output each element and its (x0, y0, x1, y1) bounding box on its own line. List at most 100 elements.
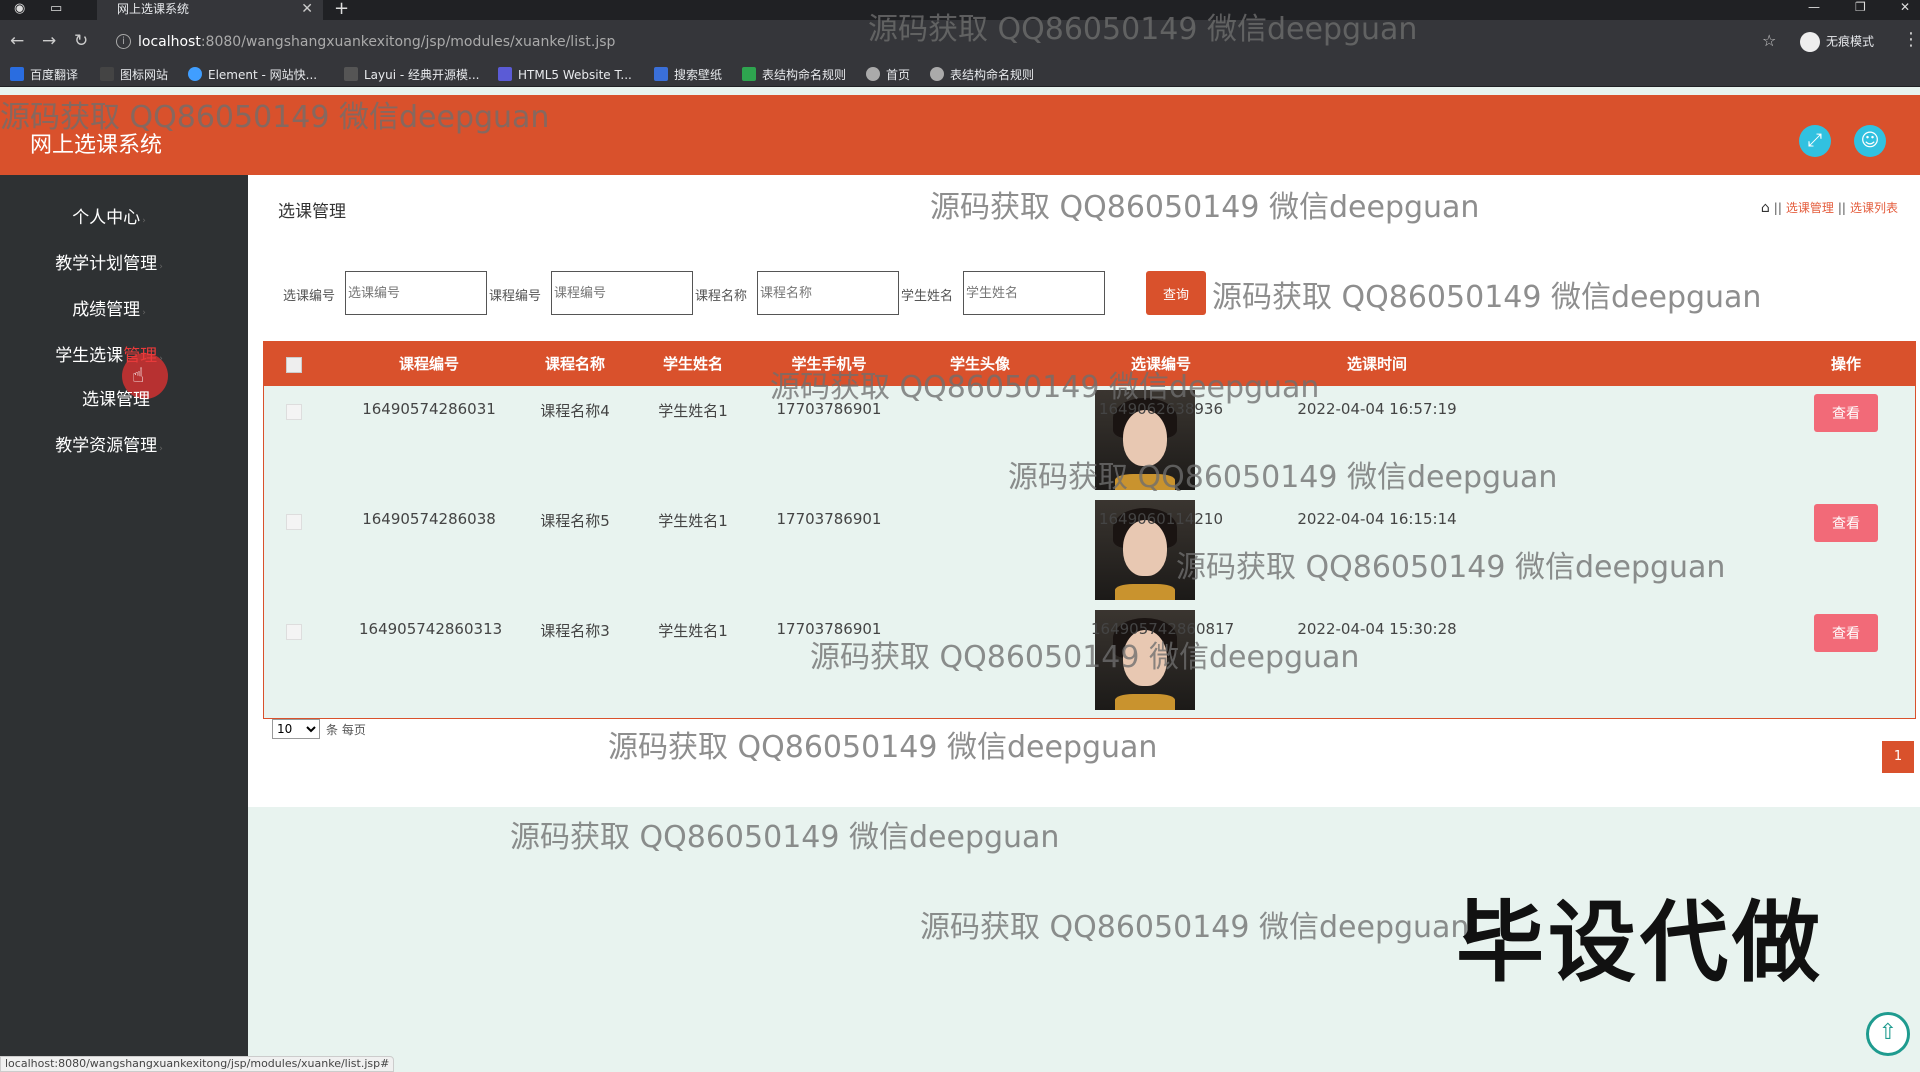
select-all-checkbox[interactable] (286, 357, 302, 373)
row-checkbox[interactable] (286, 514, 302, 530)
column-header: 学生手机号 (791, 355, 867, 373)
search-label: 课程编号 (489, 289, 542, 304)
sidebar-item-label: 选课管理 (82, 390, 150, 410)
bookmark-label: 图标网站 (120, 68, 169, 82)
sidebar-item-teaching-plan[interactable]: 教学计划管理 › (0, 252, 218, 279)
page-number-button[interactable]: 1 (1882, 741, 1914, 773)
chevron-icon: › (159, 262, 163, 272)
course-name-input[interactable] (757, 271, 899, 315)
cell-student-name: 学生姓名1 (658, 402, 728, 420)
back-to-top-icon[interactable]: ⇧ (1866, 1012, 1910, 1056)
incognito-badge[interactable]: 无痕模式 (1800, 32, 1874, 52)
sidebar: 个人中心› 教学计划管理› 成绩管理› 学生选课管理› 选课管理 教学资源管理› (0, 175, 248, 1072)
bookmark-star-icon[interactable]: ☆ (1762, 31, 1776, 50)
row-checkbox[interactable] (286, 404, 302, 420)
cell-student-name: 学生姓名1 (658, 622, 728, 640)
page-size-select[interactable]: 10 (272, 719, 320, 739)
reload-icon[interactable]: ↻ (74, 31, 88, 51)
browser-logo-icon: ◉ (14, 1, 26, 16)
sidebar-item-label: 教学资源管理 (55, 436, 158, 456)
cell-time: 2022-04-04 15:30:28 (1297, 620, 1457, 638)
view-button[interactable]: 查看 (1814, 504, 1878, 542)
column-header: 选课编号 (1130, 355, 1191, 373)
table-row: 16490574286031 课程名称4 学生姓名1 17703786901 1… (264, 386, 1915, 496)
page-size-label: 条 每页 (326, 723, 366, 737)
bookmark-label: 首页 (886, 68, 911, 82)
bookmark-item[interactable]: HTML5 Website T... (498, 66, 632, 84)
column-header: 操作 (1830, 355, 1861, 373)
watermark-text: 源码获取 QQ86050149 微信deepguan (920, 910, 1470, 945)
main-content: 选课管理 ⌂||选课管理||选课列表 选课编号 课程编号 课程名称 学生姓名 查… (248, 175, 1920, 807)
user-avatar-icon[interactable]: ☺ (1854, 125, 1886, 157)
column-header: 课程编号 (398, 355, 459, 373)
column-header: 学生姓名 (662, 355, 723, 373)
browser-tab-active[interactable]: 网上选课系统 ✕ (97, 0, 323, 20)
breadcrumb-separator: || (1773, 201, 1782, 215)
avatar-collar (1115, 694, 1175, 710)
bookmark-item[interactable]: 图标网站 (100, 66, 168, 84)
url-host: localhost (138, 34, 201, 50)
bookmark-favicon-icon (654, 67, 668, 81)
select-id-input[interactable] (345, 271, 487, 315)
sidebar-item-label: 成绩管理 (72, 300, 141, 320)
back-icon[interactable]: ← (10, 31, 24, 51)
chevron-icon: › (142, 308, 146, 318)
bookmark-favicon-icon (188, 67, 202, 81)
bookmark-item[interactable]: 搜索壁纸 (654, 66, 722, 84)
bookmark-favicon-icon (742, 67, 756, 81)
cell-phone: 17703786901 (776, 400, 882, 418)
avatar-collar (1115, 584, 1175, 600)
cell-course-name: 课程名称5 (540, 512, 610, 530)
bookmark-label: HTML5 Website T... (518, 68, 632, 82)
home-icon[interactable]: ⌂ (1761, 200, 1770, 216)
view-button[interactable]: 查看 (1814, 614, 1878, 652)
restore-icon[interactable]: ❐ (1855, 0, 1866, 14)
chevron-icon: › (159, 444, 163, 454)
query-button[interactable]: 查询 (1146, 271, 1206, 315)
sidebar-item-grades[interactable]: 成绩管理 › (0, 298, 218, 325)
row-checkbox[interactable] (286, 624, 302, 640)
watermark-text: 源码获取 QQ86050149 微信deepguan (510, 820, 1060, 855)
table-row: 164905742860313 课程名称3 学生姓名1 17703786901 … (264, 606, 1915, 716)
fullscreen-icon[interactable]: ⤢ (1799, 125, 1831, 157)
bookmark-item[interactable]: 表结构命名规则 (742, 66, 846, 84)
cell-select-id: 164905742860817 (1091, 620, 1235, 638)
site-info-icon[interactable]: i (116, 34, 131, 49)
cell-phone: 17703786901 (776, 620, 882, 638)
search-label: 选课编号 (283, 289, 336, 304)
breadcrumb-item[interactable]: 选课列表 (1850, 201, 1898, 215)
forward-icon[interactable]: → (42, 31, 56, 51)
browser-menu-icon[interactable]: ⋮ (1902, 29, 1920, 50)
sidebar-subitem-selection-management[interactable]: 选课管理 (0, 388, 232, 412)
cell-select-id: 1649062638936 (1098, 400, 1224, 418)
cell-phone: 17703786901 (776, 510, 882, 528)
view-button[interactable]: 查看 (1814, 394, 1878, 432)
cell-course-name: 课程名称3 (540, 622, 610, 640)
course-id-input[interactable] (551, 271, 693, 315)
sidebar-item-personal-center[interactable]: 个人中心 › (0, 206, 218, 233)
minimize-icon[interactable]: — (1808, 0, 1820, 14)
sidebar-item-label: 教学计划管理 (55, 254, 158, 274)
student-name-input[interactable] (963, 271, 1105, 315)
status-bar-url: localhost:8080/wangshangxuankexitong/jsp… (0, 1056, 395, 1072)
app-header: 网上选课系统 ⤢ ☺ (0, 95, 1920, 175)
breadcrumb-item[interactable]: 选课管理 (1786, 201, 1834, 215)
avatar-face (1123, 410, 1167, 466)
browser-tabbar: ◉ ▭ 网上选课系统 ✕ + — ❐ ✕ (0, 0, 1920, 20)
tab-strip-icon[interactable]: ▭ (50, 0, 62, 18)
new-tab-icon[interactable]: + (334, 0, 349, 18)
sidebar-item-course-selection[interactable]: 学生选课管理 › (0, 344, 218, 371)
bookmark-item[interactable]: 表结构命名规则 (930, 66, 1034, 84)
bookmark-item[interactable]: 百度翻译 (10, 66, 78, 84)
search-label: 学生姓名 (901, 289, 954, 304)
bookmark-item[interactable]: Layui - 经典开源模... (344, 66, 479, 84)
window-close-icon[interactable]: ✕ (1900, 0, 1910, 14)
url-input[interactable]: i localhost:8080/wangshangxuankexitong/j… (108, 30, 1788, 54)
bookmark-item[interactable]: Element - 网站快... (188, 66, 317, 84)
bookmark-item[interactable]: 首页 (866, 66, 910, 84)
bookmark-label: 搜索壁纸 (674, 68, 723, 82)
watermark-big-text: 毕设代做 (1456, 891, 1825, 994)
tab-close-icon[interactable]: ✕ (301, 0, 313, 18)
table-row: 16490574286038 课程名称5 学生姓名1 17703786901 1… (264, 496, 1915, 606)
sidebar-item-teaching-resources[interactable]: 教学资源管理 › (0, 434, 218, 461)
